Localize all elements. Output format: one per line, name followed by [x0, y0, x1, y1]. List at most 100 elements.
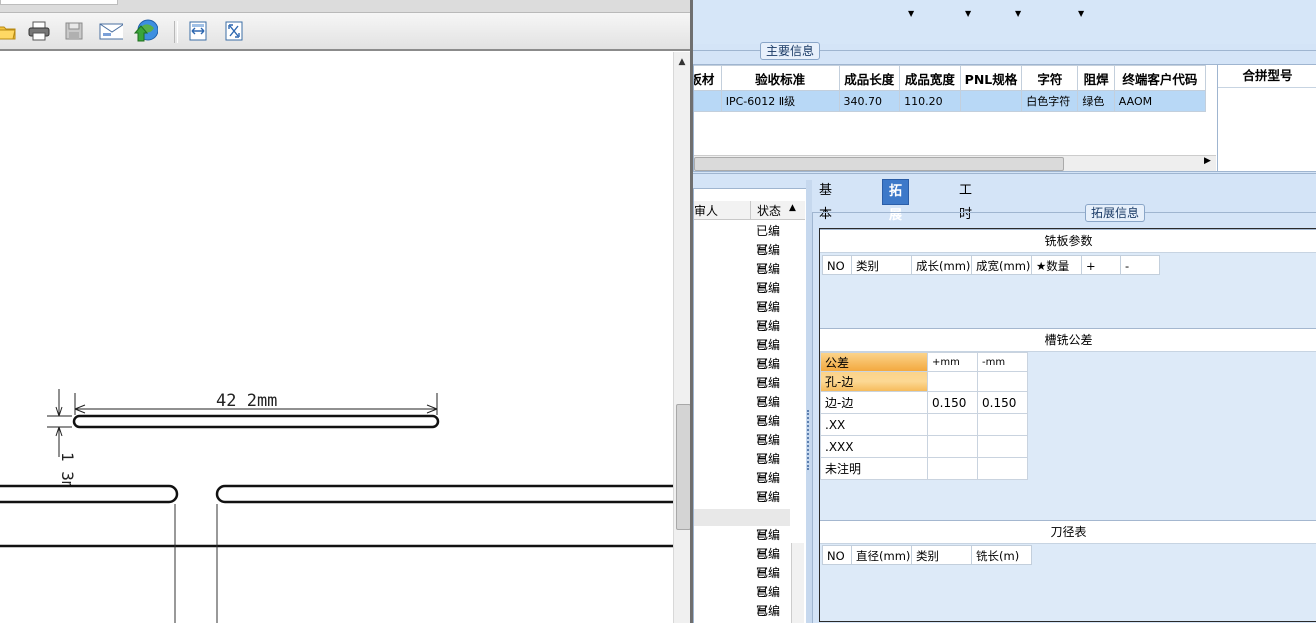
tol-row-minus[interactable] [977, 457, 1028, 480]
dropdown-arrow-icon[interactable]: ▼ [908, 9, 914, 18]
col-status[interactable]: 状态 [757, 202, 781, 219]
main-grid-header: 板材 验收标准 成品长度 成品宽度 PNL规格 字符 阻焊 终端客户代码 [694, 65, 1207, 91]
hscroll-thumb[interactable] [694, 157, 1064, 171]
viewer-tab[interactable] [0, 0, 118, 5]
tol-header-minus[interactable]: -mm [977, 352, 1028, 372]
col-no[interactable]: NO [822, 255, 852, 275]
col-header[interactable]: 终端客户代码 [1113, 65, 1207, 91]
status-cell[interactable]: 已编写 [756, 317, 790, 352]
fit-page-icon[interactable] [222, 19, 246, 43]
col-header[interactable]: PNL规格 [959, 65, 1023, 91]
status-cell[interactable]: 已编写 [756, 564, 790, 599]
dropdown-arrow-icon[interactable]: ▼ [1078, 9, 1084, 18]
status-cell[interactable]: 已编写 [756, 469, 790, 504]
status-cell[interactable]: 已编写 [756, 374, 790, 409]
cell-board[interactable] [694, 90, 722, 112]
list-selected-row[interactable] [694, 509, 790, 526]
viewer-scrollbar[interactable]: ▲ [673, 52, 691, 623]
cell-customer[interactable]: AAOM [1113, 90, 1207, 112]
status-cell[interactable]: 已编写 [756, 260, 790, 295]
col-header[interactable]: 阻焊 [1077, 65, 1115, 91]
col-plus[interactable]: + [1081, 255, 1121, 275]
cell-length[interactable]: 340.70 [838, 90, 901, 112]
slot-tolerance-title: 槽铣公差 [820, 328, 1316, 352]
tol-header-name[interactable]: 公差 [820, 352, 928, 372]
col-header[interactable]: 验收标准 [720, 65, 840, 91]
tool-table-title: 刀径表 [820, 520, 1316, 544]
dim-text-top: 42 2mm [216, 391, 277, 411]
fit-width-icon[interactable] [186, 19, 210, 43]
tab-extended-info[interactable]: 拓展信息 [882, 179, 910, 271]
tol-row-minus[interactable] [977, 371, 1028, 392]
tol-row-plus[interactable] [927, 371, 978, 392]
cell-mask[interactable]: 绿色 [1077, 90, 1115, 112]
status-cell[interactable]: 已编写 [756, 431, 790, 466]
scroll-thumb[interactable] [676, 404, 691, 530]
tab-basic-info[interactable]: 基本信息 [813, 179, 838, 270]
col-reviewer[interactable]: 审人 [694, 202, 718, 219]
tol-row-minus[interactable] [977, 435, 1028, 458]
tol-row-label[interactable]: .XXX [820, 435, 928, 458]
col-minus[interactable]: - [1120, 255, 1160, 275]
table-row[interactable]: IPC-6012 Ⅱ级 340.70 110.20 白色字符 绿色 AAOM [694, 90, 1207, 112]
cell-pnl[interactable] [959, 90, 1023, 112]
status-cell[interactable]: 已编写 [756, 279, 790, 314]
list-scrollbar[interactable] [791, 543, 804, 623]
col-header[interactable]: 成品宽度 [899, 65, 961, 91]
col-header[interactable]: 字符 [1021, 65, 1079, 91]
status-cell[interactable]: 已编写 [756, 450, 790, 485]
sort-asc-icon[interactable]: ▲ [789, 203, 796, 213]
tol-row-label[interactable]: 边-边 [820, 391, 928, 414]
email-icon[interactable] [99, 19, 123, 43]
cell-char[interactable]: 白色字符 [1021, 90, 1079, 112]
status-cell[interactable]: 已编写 [756, 298, 790, 333]
publish-icon[interactable] [134, 19, 158, 43]
status-cell[interactable]: 已编写 [756, 222, 790, 257]
tol-row-plus[interactable] [927, 413, 978, 436]
print-icon[interactable] [27, 19, 51, 43]
status-cell[interactable]: 已编写 [756, 241, 790, 276]
col-category[interactable]: 类别 [851, 255, 912, 275]
status-cell[interactable]: 已编写 [756, 526, 790, 561]
tab-work-hours[interactable]: 工时 [953, 179, 978, 222]
tol-row-minus[interactable] [977, 413, 1028, 436]
tol-row-plus[interactable]: 0.150 [927, 391, 978, 414]
dropdown-arrow-icon[interactable]: ▼ [965, 9, 971, 18]
drawing-viewer: 42 2mm 1 3mm ▲ [0, 0, 692, 623]
status-cell[interactable]: 已编写 [756, 488, 790, 523]
status-cell[interactable]: 已编写 [756, 583, 790, 618]
tol-row-plus[interactable] [927, 457, 978, 480]
scroll-up-icon[interactable]: ▲ [675, 55, 689, 69]
main-info-label: 主要信息 [760, 42, 821, 60]
toolbar-separator [174, 21, 178, 43]
tol-row-label[interactable]: 未注明 [820, 457, 928, 480]
status-cell[interactable]: 已编写 [756, 602, 790, 621]
status-cell[interactable]: 已编写 [756, 355, 790, 390]
status-cell[interactable]: 已编写 [756, 545, 790, 580]
tol-row-plus[interactable] [927, 435, 978, 458]
main-info-grid: 板材 验收标准 成品长度 成品宽度 PNL规格 字符 阻焊 终端客户代码 IPC… [693, 64, 1219, 172]
tol-row-label[interactable]: 孔-边 [820, 371, 928, 392]
col-category[interactable]: 类别 [911, 545, 972, 565]
col-length[interactable]: 成长(mm) [911, 255, 972, 275]
col-mill-length[interactable]: 铣长(m) [971, 545, 1032, 565]
col-header[interactable]: 成品长度 [838, 65, 901, 91]
status-cell[interactable]: 已编写 [756, 336, 790, 371]
save-icon[interactable] [62, 19, 86, 43]
tol-header-plus[interactable]: +mm [927, 352, 978, 372]
col-width[interactable]: 成宽(mm) [971, 255, 1032, 275]
col-no[interactable]: NO [822, 545, 852, 565]
col-header[interactable]: 板材 [694, 65, 722, 91]
cell-width[interactable]: 110.20 [899, 90, 961, 112]
open-folder-icon[interactable] [0, 19, 18, 43]
tol-row-label[interactable]: .XX [820, 413, 928, 436]
tol-row-minus[interactable]: 0.150 [977, 391, 1028, 414]
scroll-right-icon[interactable]: ▶ [1204, 156, 1211, 166]
main-grid-hscrollbar[interactable]: ▶ [694, 155, 1216, 171]
status-cell[interactable]: 已编写 [756, 412, 790, 447]
dropdown-arrow-icon[interactable]: ▼ [1015, 9, 1021, 18]
col-quantity[interactable]: ★数量 [1031, 255, 1082, 275]
col-diameter[interactable]: 直径(mm) [851, 545, 912, 565]
cell-standard[interactable]: IPC-6012 Ⅱ级 [720, 90, 840, 112]
status-cell[interactable]: 已编写 [756, 393, 790, 428]
